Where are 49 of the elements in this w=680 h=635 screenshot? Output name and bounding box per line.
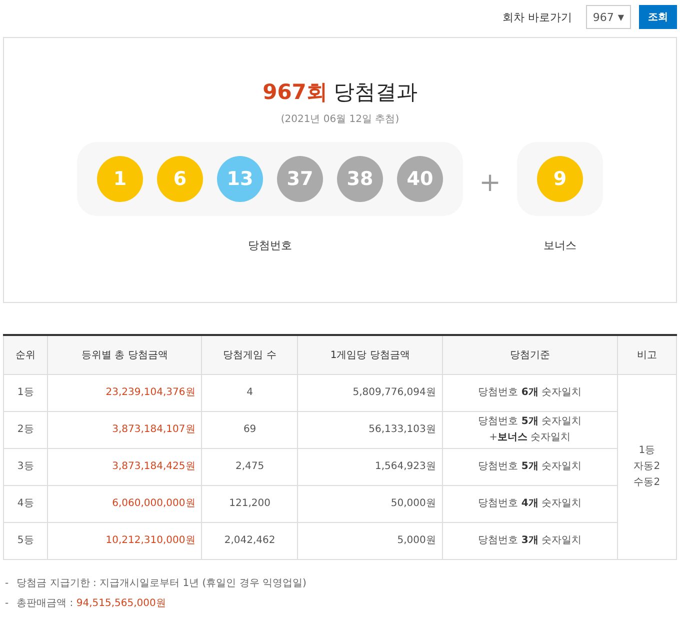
table-cell: 50,000원 <box>298 486 442 522</box>
search-button[interactable]: 조회 <box>639 5 677 29</box>
table-cell: 1,564,923원 <box>298 448 442 486</box>
table-cell: 2,042,462 <box>202 522 298 560</box>
table-cell: 56,133,103원 <box>298 412 442 448</box>
column-header: 1게임당 당첨금액 <box>298 335 442 374</box>
draw-date: (2021년 06월 12일 추첨) <box>280 113 400 126</box>
number-ball: 40 <box>397 156 443 202</box>
table-cell: 23,239,104,376원 <box>48 374 202 412</box>
bonus-label: 보너스 <box>544 238 576 253</box>
result-title: 당첨결과 <box>333 79 418 106</box>
table-cell: 5,809,776,094원 <box>298 374 442 412</box>
round-select[interactable]: 967 ▼ <box>586 5 631 29</box>
column-header: 비고 <box>617 335 676 374</box>
column-header: 당첨게임 수 <box>202 335 298 374</box>
table-cell: 121,200 <box>202 486 298 522</box>
table-cell: 5등 <box>4 522 48 560</box>
plus-sign: + <box>478 168 502 198</box>
numbers-label: 당첨번호 <box>248 238 292 253</box>
table-cell: 1등 <box>4 374 48 412</box>
caret-icon: ▼ <box>618 12 624 22</box>
table-cell: 6,060,000,000원 <box>48 486 202 522</box>
table-cell: 1등 자동2 수동2 <box>617 374 676 560</box>
table-cell: 4 <box>202 374 298 412</box>
table-cell: 4등 <box>4 486 48 522</box>
number-ball: 38 <box>337 156 383 202</box>
table-cell: 2,475 <box>202 448 298 486</box>
table-cell: 3,873,184,425원 <box>48 448 202 486</box>
number-ball: 37 <box>277 156 323 202</box>
table-cell: 당첨번호 6개 숫자일치 <box>442 374 618 412</box>
column-header: 순위 <box>4 335 48 374</box>
note-text: 당첨금 지급기한 : 지급개시일로부터 1년 (휴일인 경우 익영업일) <box>16 577 306 591</box>
table-cell: 3등 <box>4 448 48 486</box>
bullet-dash: - <box>5 577 9 591</box>
number-ball: 13 <box>217 156 263 202</box>
table-cell: 69 <box>202 412 298 448</box>
table-cell: 2등 <box>4 412 48 448</box>
table-cell: 10,212,310,000원 <box>48 522 202 560</box>
table-cell: 5,000원 <box>298 522 442 560</box>
round-nav-label: 회차 바로가기 <box>502 10 572 24</box>
column-header: 당첨기준 <box>442 335 618 374</box>
number-ball: 6 <box>157 156 203 202</box>
note-text: 총판매금액 : 94,515,565,000원 <box>16 597 166 611</box>
number-ball: 1 <box>97 156 143 202</box>
bonus-ball: 9 <box>537 156 583 202</box>
bullet-dash: - <box>5 597 9 611</box>
round-number: 967회 <box>262 79 328 106</box>
column-header: 등위별 총 당첨금액 <box>48 335 202 374</box>
table-cell: 3,873,184,107원 <box>48 412 202 448</box>
